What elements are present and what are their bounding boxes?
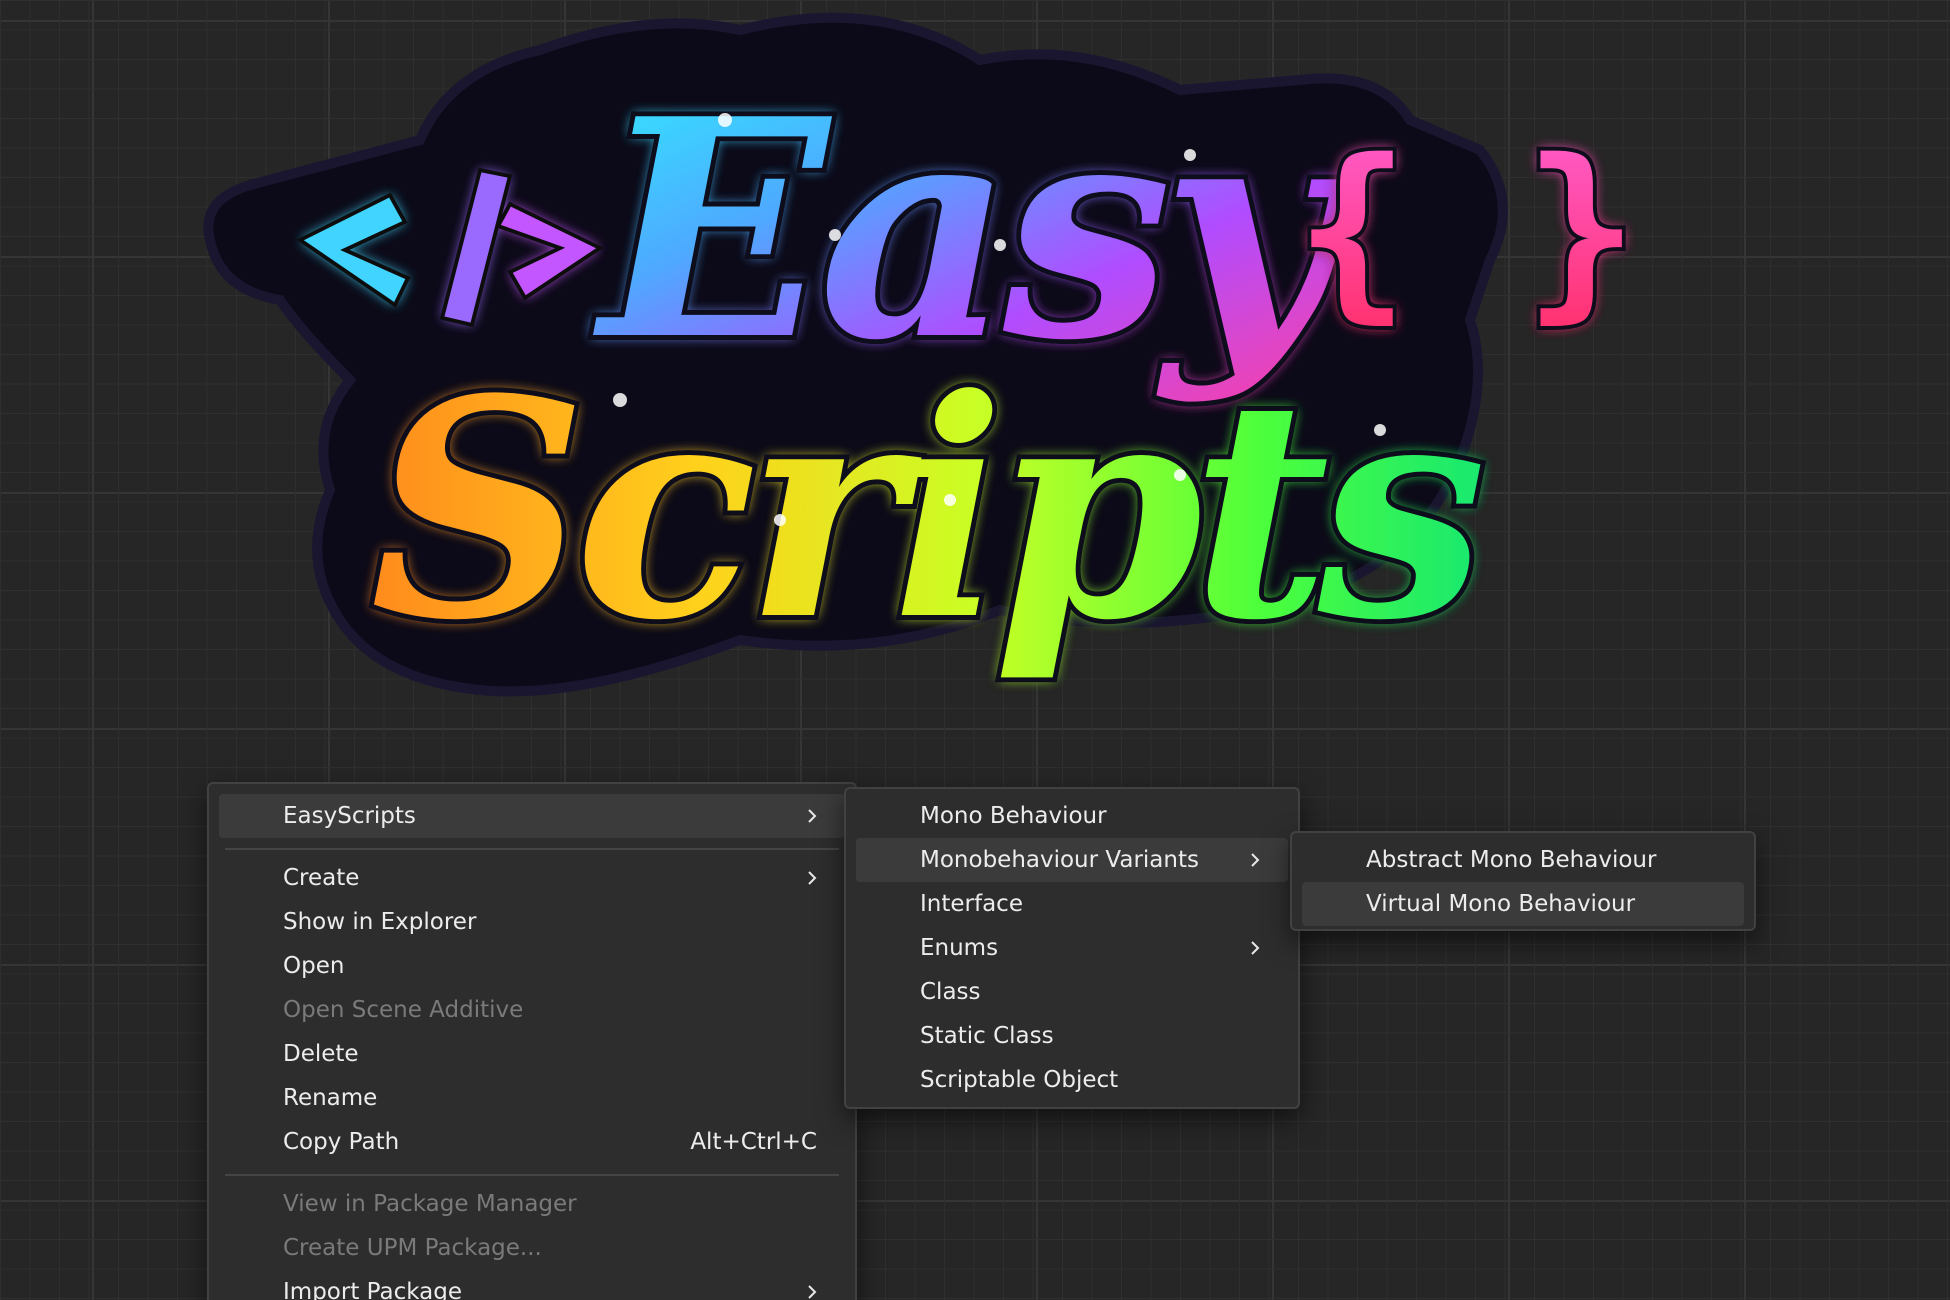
menu-item-enums[interactable]: Enums xyxy=(856,926,1288,970)
context-submenu-easyscripts: Mono Behaviour Monobehaviour Variants In… xyxy=(844,787,1300,1109)
menu-item-label: Import Package xyxy=(283,1279,462,1300)
menu-item-label: EasyScripts xyxy=(283,803,416,829)
menu-item-import-package[interactable]: Import Package xyxy=(219,1270,845,1300)
menu-item-label: Rename xyxy=(283,1085,378,1111)
menu-item-label: Abstract Mono Behaviour xyxy=(1366,847,1657,873)
chevron-right-icon xyxy=(808,1285,817,1299)
chevron-right-icon xyxy=(808,871,817,885)
menu-item-create[interactable]: Create xyxy=(219,856,845,900)
menu-item-abstract-mono-behaviour[interactable]: Abstract Mono Behaviour xyxy=(1302,838,1744,882)
menu-item-label: Class xyxy=(920,979,981,1005)
logo-text-scripts: Scripts xyxy=(370,333,1482,686)
menu-item-open-scene-additive: Open Scene Additive xyxy=(219,988,845,1032)
menu-item-monobehaviour-variants[interactable]: Monobehaviour Variants xyxy=(856,838,1288,882)
menu-item-interface[interactable]: Interface xyxy=(856,882,1288,926)
menu-item-delete[interactable]: Delete xyxy=(219,1032,845,1076)
menu-item-class[interactable]: Class xyxy=(856,970,1288,1014)
menu-item-virtual-mono-behaviour[interactable]: Virtual Mono Behaviour xyxy=(1302,882,1744,926)
menu-item-mono-behaviour[interactable]: Mono Behaviour xyxy=(856,794,1288,838)
menu-item-label: Open xyxy=(283,953,345,979)
menu-item-label: Enums xyxy=(920,935,999,961)
menu-item-label: Scriptable Object xyxy=(920,1067,1119,1093)
menu-item-label: Show in Explorer xyxy=(283,909,477,935)
menu-item-rename[interactable]: Rename xyxy=(219,1076,845,1120)
menu-item-label: Delete xyxy=(283,1041,359,1067)
menu-item-label: Static Class xyxy=(920,1023,1054,1049)
menu-item-view-in-package-manager: View in Package Manager xyxy=(219,1182,845,1226)
context-menu-main: EasyScripts Create Show in Explorer Open… xyxy=(207,782,857,1300)
menu-separator xyxy=(225,1174,839,1176)
menu-item-create-upm-package: Create UPM Package... xyxy=(219,1226,845,1270)
context-submenu-monobehaviour-variants: Abstract Mono Behaviour Virtual Mono Beh… xyxy=(1290,831,1756,931)
menu-item-label: Copy Path xyxy=(283,1129,400,1155)
logo-braces: { } xyxy=(1295,119,1638,340)
chevron-right-icon xyxy=(808,809,817,823)
menu-item-label: Mono Behaviour xyxy=(920,803,1107,829)
menu-item-label: Create UPM Package... xyxy=(283,1235,542,1261)
menu-item-open[interactable]: Open xyxy=(219,944,845,988)
menu-item-scriptable-object[interactable]: Scriptable Object xyxy=(856,1058,1288,1102)
menu-item-label: Virtual Mono Behaviour xyxy=(1366,891,1636,917)
menu-item-copy-path[interactable]: Copy Path Alt+Ctrl+C xyxy=(219,1120,845,1164)
menu-item-label: View in Package Manager xyxy=(283,1191,577,1217)
menu-separator xyxy=(225,848,839,850)
menu-item-static-class[interactable]: Static Class xyxy=(856,1014,1288,1058)
menu-item-label: Interface xyxy=(920,891,1023,917)
menu-item-easyscripts[interactable]: EasyScripts xyxy=(219,794,845,838)
menu-item-show-in-explorer[interactable]: Show in Explorer xyxy=(219,900,845,944)
easyscripts-logo: Easy { } Scripts xyxy=(203,12,1642,697)
menu-item-label: Create xyxy=(283,865,360,891)
menu-item-shortcut: Alt+Ctrl+C xyxy=(690,1129,817,1155)
chevron-right-icon xyxy=(1251,853,1260,867)
menu-item-label: Monobehaviour Variants xyxy=(920,847,1199,873)
menu-item-label: Open Scene Additive xyxy=(283,997,524,1023)
chevron-right-icon xyxy=(1251,941,1260,955)
